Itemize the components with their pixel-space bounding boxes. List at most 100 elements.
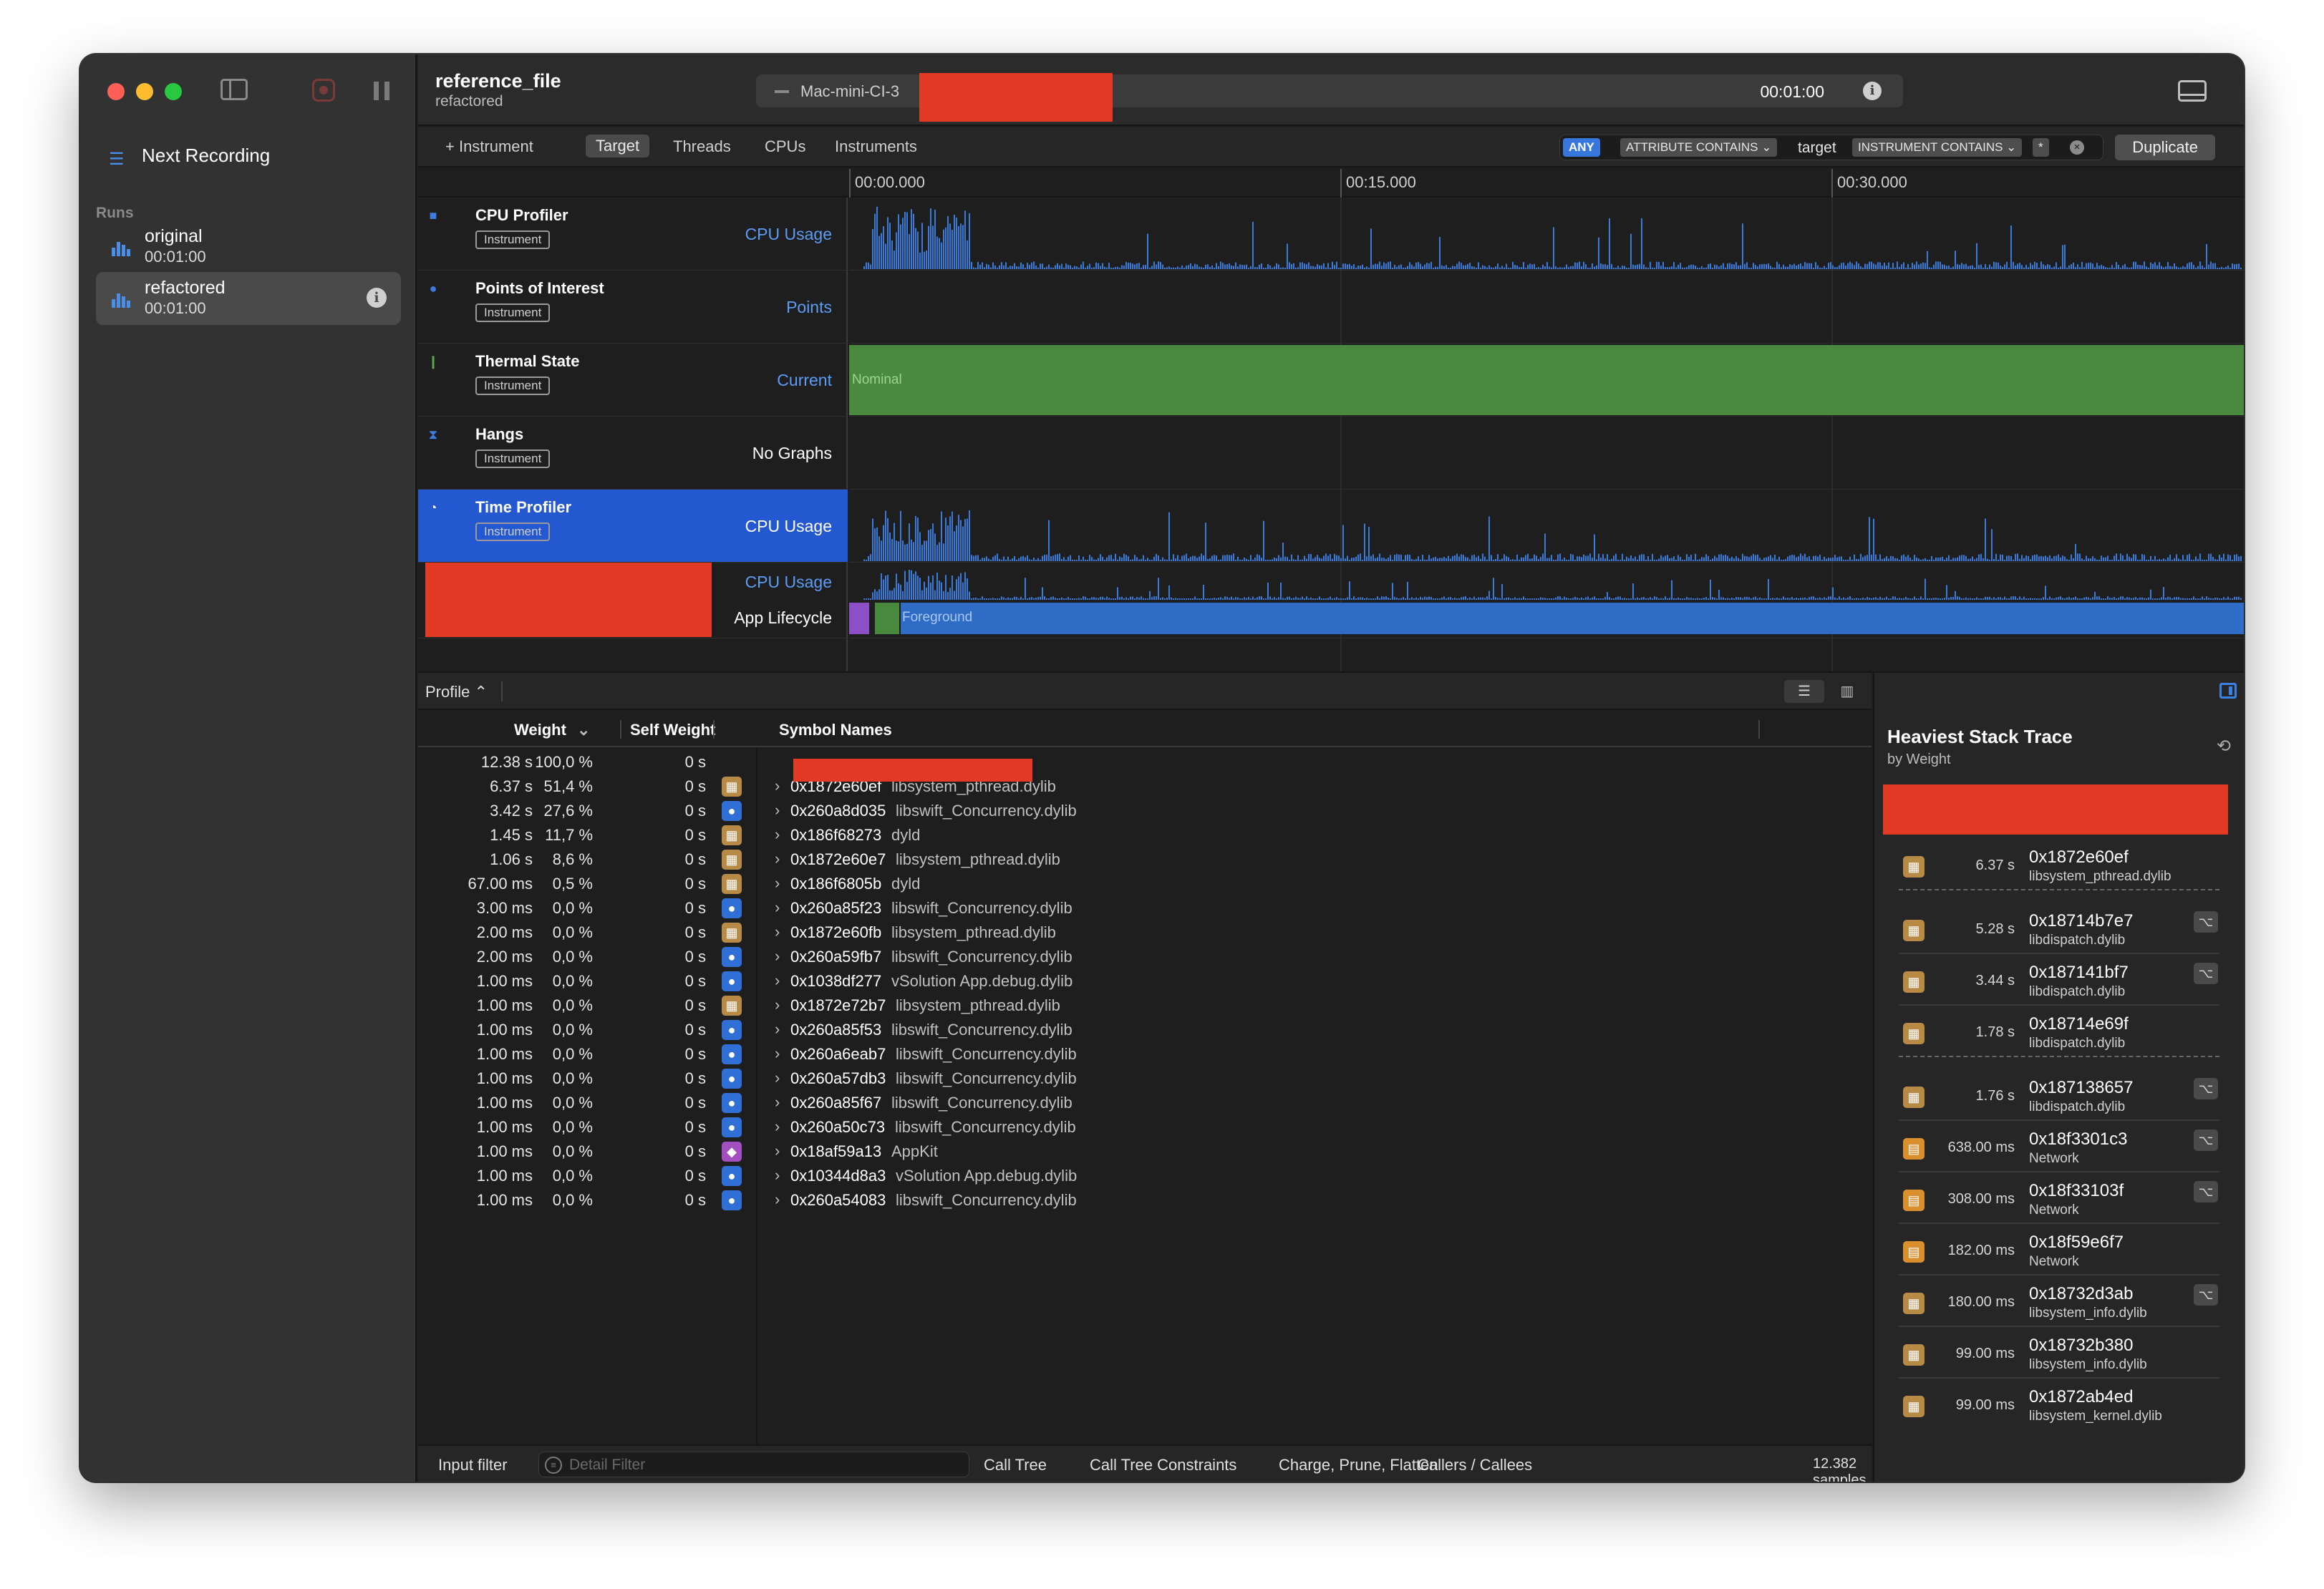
stack-frame[interactable]: ▦ 1.76 s 0x187138657 libdispatch.dylib ⌥	[1899, 1071, 2219, 1121]
disclosure-chevron-icon[interactable]: ›	[775, 923, 780, 941]
table-row[interactable]: 2.00 ms 0,0 % 0 s ▦ › 0x1872e60fb libsystem_pt…	[418, 920, 1872, 945]
table-row[interactable]: 1.00 ms 0,0 % 0 s ▦ › 0x1872e72b7 libsystem_pt…	[418, 993, 1872, 1018]
disclosure-chevron-icon[interactable]: ›	[775, 996, 780, 1014]
disclosure-chevron-icon[interactable]: ›	[775, 947, 780, 966]
track-graph-label[interactable]: Current	[777, 371, 832, 390]
table-row[interactable]: 1.06 s 8,6 % 0 s ▦ › 0x1872e60e7 libsystem_pth…	[418, 847, 1872, 872]
callers-callees-button[interactable]: Callers / Callees	[1418, 1456, 1532, 1474]
process-graph[interactable]: Foreground	[849, 563, 2244, 638]
disclosure-chevron-icon[interactable]: ›	[775, 1117, 780, 1136]
sync-icon[interactable]: ⟲	[2217, 736, 2231, 757]
call-tree-constraints-button[interactable]: Call Tree Constraints	[1090, 1456, 1236, 1474]
table-row[interactable]: 3.42 s 27,6 % 0 s ● › 0x260a8d035 libswift_Con…	[418, 799, 1872, 823]
table-row[interactable]: 1.00 ms 0,0 % 0 s ● › 0x10344d8a3 vSolution Ap…	[418, 1164, 1872, 1188]
sort-chevron-icon[interactable]: ⌄	[577, 721, 590, 739]
info-icon[interactable]: i	[1863, 82, 1882, 100]
attribute-contains-token[interactable]: ATTRIBUTE CONTAINS ⌄	[1620, 138, 1778, 157]
track-cpu-profiler[interactable]: ■ CPU Profiler Instrument CPU Usage	[418, 198, 848, 271]
zoom-window-button[interactable]	[165, 83, 182, 100]
track-thermal-state[interactable]: ❙ Thermal State Instrument Current	[418, 344, 848, 417]
disclosure-chevron-icon[interactable]: ›	[775, 874, 780, 893]
disclosure-chevron-icon[interactable]: ›	[775, 1020, 780, 1039]
disclosure-chevron-icon[interactable]: ›	[775, 777, 780, 795]
track-filter-field[interactable]: ANY ATTRIBUTE CONTAINS ⌄ target INSTRUME…	[1559, 135, 2103, 160]
table-row[interactable]: 1.00 ms 0,0 % 0 s ◆ › 0x18af59a13 AppKit	[418, 1139, 1872, 1164]
stack-frame[interactable]: ▦ 5.28 s 0x18714b7e7 libdispatch.dylib ⌥	[1899, 904, 2219, 954]
track-process[interactable]: CPU Usage App Lifecycle	[418, 563, 848, 638]
table-row[interactable]: 1.00 ms 0,0 % 0 s ● › 0x260a85f53 libswift_Con…	[418, 1018, 1872, 1042]
stack-frame[interactable]: ▤ 638.00 ms 0x18f3301c3 Network ⌥	[1899, 1122, 2219, 1172]
toggle-inspector-icon[interactable]	[2219, 683, 2237, 699]
record-button[interactable]	[312, 79, 335, 102]
clear-filter-icon[interactable]: ×	[2070, 140, 2084, 155]
minimize-window-button[interactable]	[136, 83, 153, 100]
table-row[interactable]: 1.00 ms 0,0 % 0 s ● › 0x260a54083 libswift_Con…	[418, 1188, 1872, 1213]
toggle-detail-panel-icon[interactable]	[2178, 80, 2207, 102]
disclosure-chevron-icon[interactable]: ›	[775, 1044, 780, 1063]
disclosure-chevron-icon[interactable]: ›	[775, 801, 780, 820]
collapsed-frames-icon[interactable]: ⌥	[2194, 1284, 2218, 1306]
collapsed-frames-icon[interactable]: ⌥	[2194, 911, 2218, 933]
thermal-graph[interactable]: Nominal	[849, 344, 2244, 417]
flame-graph-icon[interactable]: ▥	[1827, 680, 1867, 703]
collapsed-frames-icon[interactable]: ⌥	[2194, 1129, 2218, 1151]
collapsed-frames-icon[interactable]: ⌥	[2194, 1181, 2218, 1202]
track-points-of-interest[interactable]: ● Points of Interest Instrument Points	[418, 271, 848, 344]
disclosure-chevron-icon[interactable]: ›	[775, 1093, 780, 1112]
stack-frame[interactable]: ▦ 180.00 ms 0x18732d3ab libsystem_info.dyli…	[1899, 1277, 2219, 1327]
column-symbol-names[interactable]: Symbol Names	[779, 721, 892, 739]
table-row[interactable]: 12.38 s 100,0 % 0 s	[418, 750, 1872, 774]
info-icon[interactable]: i	[367, 288, 387, 308]
stack-frame[interactable]: ▦ 6.37 s 0x1872e60ef libsystem_pthread.dyli…	[1899, 840, 2219, 890]
list-view-icon[interactable]: ☰	[1784, 680, 1824, 703]
disclosure-chevron-icon[interactable]: ›	[775, 825, 780, 844]
column-weight[interactable]: Weight	[514, 721, 566, 739]
cpu-profiler-graph[interactable]	[849, 198, 2244, 271]
add-instrument-button[interactable]: + Instrument	[445, 137, 533, 156]
charge-prune-flatten-button[interactable]: Charge, Prune, Flatten	[1279, 1456, 1438, 1474]
table-row[interactable]: 1.00 ms 0,0 % 0 s ● › 0x260a57db3 libswift_Con…	[418, 1066, 1872, 1091]
wildcard-token[interactable]: *	[2033, 138, 2049, 157]
disclosure-chevron-icon[interactable]: ›	[775, 1142, 780, 1160]
collapsed-frames-icon[interactable]: ⌥	[2194, 1078, 2218, 1099]
collapsed-frames-icon[interactable]: ⌥	[2194, 963, 2218, 984]
track-graph-label[interactable]: CPU Usage	[745, 517, 832, 536]
profile-selector[interactable]: Profile ⌃	[425, 683, 488, 701]
stack-frame[interactable]: ▦ 1.78 s 0x18714e69f libdispatch.dylib	[1899, 1007, 2219, 1057]
stack-frame[interactable]: ▦ 99.00 ms 0x18732b380 libsystem_info.dylib	[1899, 1328, 2219, 1379]
disclosure-chevron-icon[interactable]: ›	[775, 850, 780, 868]
disclosure-chevron-icon[interactable]: ›	[775, 971, 780, 990]
call-tree-button[interactable]: Call Tree	[984, 1456, 1047, 1474]
track-graph-label[interactable]: CPU Usage	[745, 225, 832, 244]
table-row[interactable]: 1.00 ms 0,0 % 0 s ● › 0x1038df277 vSolution Ap…	[418, 969, 1872, 993]
tab-target[interactable]: Target	[586, 135, 650, 157]
tab-cpus[interactable]: CPUs	[765, 137, 805, 156]
stack-frame[interactable]: ▤ 182.00 ms 0x18f59e6f7 Network	[1899, 1225, 2219, 1275]
disclosure-chevron-icon[interactable]: ›	[775, 1166, 780, 1185]
close-window-button[interactable]	[107, 83, 125, 100]
stack-frame[interactable]: ▤ 308.00 ms 0x18f33103f Network ⌥	[1899, 1174, 2219, 1224]
disclosure-chevron-icon[interactable]: ›	[775, 898, 780, 917]
run-item-original[interactable]: original 00:01:00	[96, 220, 401, 273]
instrument-contains-token[interactable]: INSTRUMENT CONTAINS ⌄	[1852, 138, 2023, 157]
track-graph-label[interactable]: CPU Usage	[745, 573, 832, 592]
any-token[interactable]: ANY	[1563, 138, 1600, 157]
target-device-bar[interactable]: Mac-mini-CI-3 00:01:00 i	[756, 73, 1903, 122]
tab-instruments[interactable]: Instruments	[835, 137, 917, 156]
table-row[interactable]: 6.37 s 51,4 % 0 s ▦ › 0x1872e60ef libsystem_pt…	[418, 774, 1872, 799]
table-row[interactable]: 3.00 ms 0,0 % 0 s ● › 0x260a85f23 libswift_Con…	[418, 896, 1872, 920]
track-time-profiler[interactable]: ◔ Time Profiler Instrument CPU Usage	[418, 490, 848, 563]
table-row[interactable]: 1.00 ms 0,0 % 0 s ● › 0x260a85f67 libswift_Con…	[418, 1091, 1872, 1115]
tab-threads[interactable]: Threads	[673, 137, 731, 156]
column-self-weight[interactable]: Self Weight	[630, 721, 715, 739]
next-recording-button[interactable]: ☰ Next Recording	[109, 145, 270, 169]
run-item-refactored[interactable]: refactored 00:01:00 i	[96, 272, 401, 325]
points-graph[interactable]	[849, 271, 2244, 344]
hangs-graph[interactable]	[849, 417, 2244, 490]
track-graph-label[interactable]: Points	[786, 298, 832, 317]
disclosure-chevron-icon[interactable]: ›	[775, 1069, 780, 1087]
time-profiler-graph[interactable]	[849, 490, 2244, 563]
stack-frame[interactable]: ▦ 99.00 ms 0x1872ab4ed libsystem_kernel.dyl…	[1899, 1380, 2219, 1430]
toggle-sidebar-icon[interactable]	[221, 79, 248, 100]
table-row[interactable]: 1.00 ms 0,0 % 0 s ● › 0x260a50c73 libswift_Con…	[418, 1115, 1872, 1139]
